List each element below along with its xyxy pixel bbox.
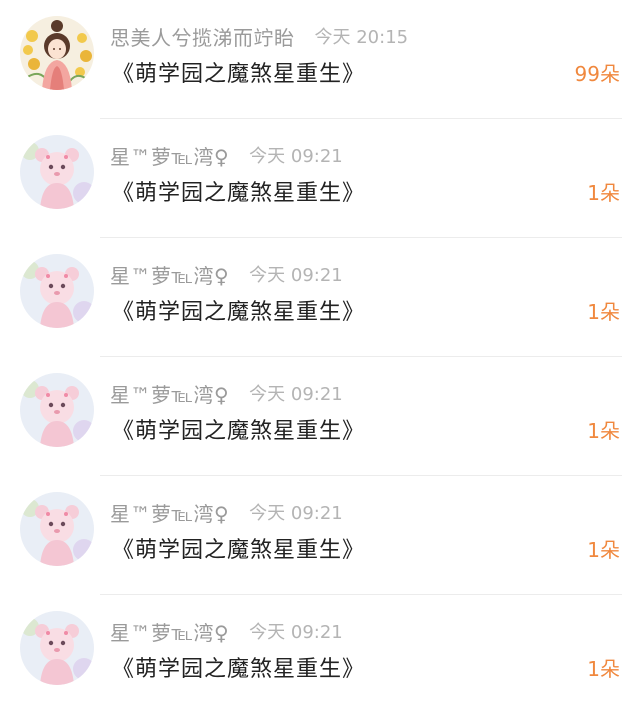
username[interactable]: 星™萝℡湾♀ [110, 498, 229, 527]
book-title[interactable]: 《萌学园之魔煞星重生》 [112, 56, 365, 88]
pink-bear-avatar[interactable] [20, 135, 94, 209]
flower-count: 1朵 [587, 181, 620, 205]
flower-count: 1朵 [587, 419, 620, 443]
pink-bear-avatar[interactable] [20, 611, 94, 685]
flower-gift-list: 思美人兮揽涕而竚眙 今天 20:15 《萌学园之魔煞星重生》 99朵 星™萝℡湾… [0, 0, 640, 711]
list-item[interactable]: 星™萝℡湾♀ 今天 09:21 《萌学园之魔煞星重生》 1朵 [0, 119, 640, 238]
timestamp: 今天 09:21 [249, 265, 343, 286]
timestamp: 今天 20:15 [314, 27, 409, 48]
flower-count: 1朵 [587, 657, 620, 681]
username[interactable]: 星™萝℡湾♀ [110, 617, 229, 646]
flower-count: 1朵 [587, 538, 620, 562]
username[interactable]: 星™萝℡湾♀ [110, 260, 229, 289]
girl-in-flowers-avatar[interactable] [20, 16, 94, 90]
entry-meta: 星™萝℡湾♀ 今天 09:21 [110, 377, 343, 409]
book-title[interactable]: 《萌学园之魔煞星重生》 [112, 651, 365, 683]
entry-meta: 思美人兮揽涕而竚眙 今天 20:15 [110, 20, 408, 52]
list-item[interactable]: 星™萝℡湾♀ 今天 09:21 《萌学园之魔煞星重生》 1朵 [0, 238, 640, 357]
pink-bear-avatar[interactable] [20, 373, 94, 447]
flower-count: 99朵 [574, 62, 620, 86]
entry-meta: 星™萝℡湾♀ 今天 09:21 [110, 258, 343, 290]
timestamp: 今天 09:21 [249, 146, 343, 167]
timestamp: 今天 09:21 [249, 384, 343, 405]
book-title[interactable]: 《萌学园之魔煞星重生》 [112, 294, 365, 326]
entry-meta: 星™萝℡湾♀ 今天 09:21 [110, 496, 343, 528]
entry-meta: 星™萝℡湾♀ 今天 09:21 [110, 139, 343, 171]
book-title[interactable]: 《萌学园之魔煞星重生》 [112, 532, 365, 564]
timestamp: 今天 09:21 [249, 622, 343, 643]
list-item[interactable]: 星™萝℡湾♀ 今天 09:21 《萌学园之魔煞星重生》 1朵 [0, 357, 640, 476]
list-item[interactable]: 星™萝℡湾♀ 今天 09:21 《萌学园之魔煞星重生》 1朵 [0, 595, 640, 711]
username[interactable]: 星™萝℡湾♀ [110, 141, 229, 170]
username[interactable]: 星™萝℡湾♀ [110, 379, 229, 408]
list-item[interactable]: 星™萝℡湾♀ 今天 09:21 《萌学园之魔煞星重生》 1朵 [0, 476, 640, 595]
pink-bear-avatar[interactable] [20, 254, 94, 328]
list-item[interactable]: 思美人兮揽涕而竚眙 今天 20:15 《萌学园之魔煞星重生》 99朵 [0, 0, 640, 119]
flower-count: 1朵 [587, 300, 620, 324]
book-title[interactable]: 《萌学园之魔煞星重生》 [112, 175, 365, 207]
entry-meta: 星™萝℡湾♀ 今天 09:21 [110, 615, 343, 647]
pink-bear-avatar[interactable] [20, 492, 94, 566]
book-title[interactable]: 《萌学园之魔煞星重生》 [112, 413, 365, 445]
username[interactable]: 思美人兮揽涕而竚眙 [110, 22, 295, 51]
timestamp: 今天 09:21 [249, 503, 343, 524]
